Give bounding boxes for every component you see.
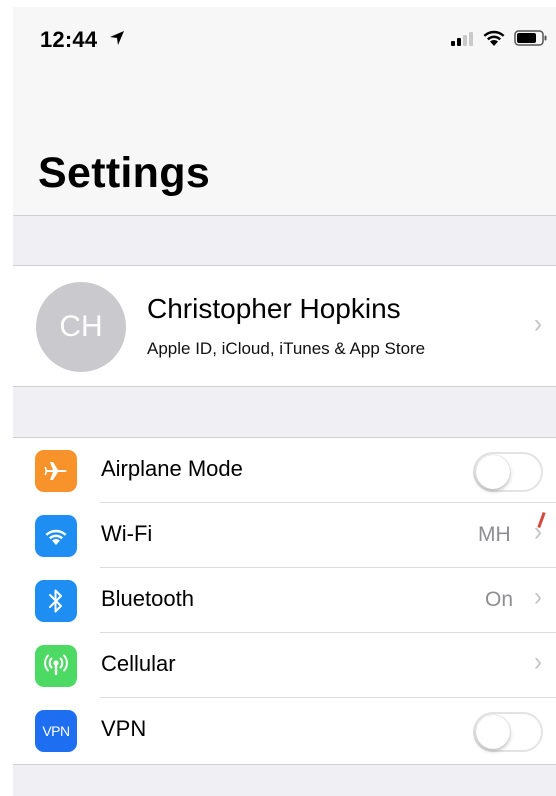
toggle-knob [476, 455, 510, 489]
status-bar: 12:44 [13, 7, 556, 67]
wifi-row[interactable]: Wi-Fi MH › [13, 503, 556, 568]
wifi-network-value: MH [478, 523, 511, 546]
bluetooth-status-value: On [485, 588, 514, 611]
cellular-row[interactable]: Cellular › [13, 633, 556, 698]
chevron-right-icon: › [534, 582, 542, 613]
wifi-icon [35, 515, 77, 557]
profile-name: Christopher Hopkins [147, 293, 401, 324]
row-label-cellular: Cellular [101, 651, 176, 676]
chevron-right-icon: › [534, 309, 542, 340]
row-label-vpn: VPN [101, 716, 147, 741]
page-title: Settings [38, 149, 211, 197]
settings-screen: 12:44 Settings CH Christopher Hopkins Ap… [13, 7, 556, 796]
status-time: 12:44 [40, 27, 98, 52]
row-label-bluetooth: Bluetooth [101, 586, 194, 611]
navigation-bar: Settings [13, 67, 556, 216]
avatar: CH [36, 282, 126, 372]
connectivity-section: Airplane Mode Wi-Fi MH › Bluetooth On › … [13, 437, 556, 765]
wifi-icon [483, 30, 505, 46]
airplane-mode-row: Airplane Mode [13, 438, 556, 503]
vpn-row: VPN VPN [13, 698, 556, 763]
cellular-signal-icon [451, 32, 473, 46]
vpn-icon: VPN [35, 710, 77, 752]
cellular-antenna-icon [35, 645, 77, 687]
row-label-airplane-mode: Airplane Mode [101, 456, 243, 481]
chevron-right-icon: › [534, 647, 542, 678]
profile-subtitle: Apple ID, iCloud, iTunes & App Store [147, 339, 426, 358]
bluetooth-icon [35, 580, 77, 622]
vpn-icon-text: VPN [42, 723, 70, 739]
location-arrow-icon [110, 31, 124, 45]
vpn-toggle[interactable] [473, 712, 543, 752]
airplane-mode-toggle[interactable] [473, 452, 543, 492]
apple-id-row[interactable]: CH Christopher Hopkins Apple ID, iCloud,… [13, 265, 556, 387]
airplane-icon [35, 450, 77, 492]
toggle-knob [476, 715, 510, 749]
battery-icon [514, 30, 547, 46]
row-label-wifi: Wi-Fi [101, 521, 153, 546]
bluetooth-row[interactable]: Bluetooth On › [13, 568, 556, 633]
